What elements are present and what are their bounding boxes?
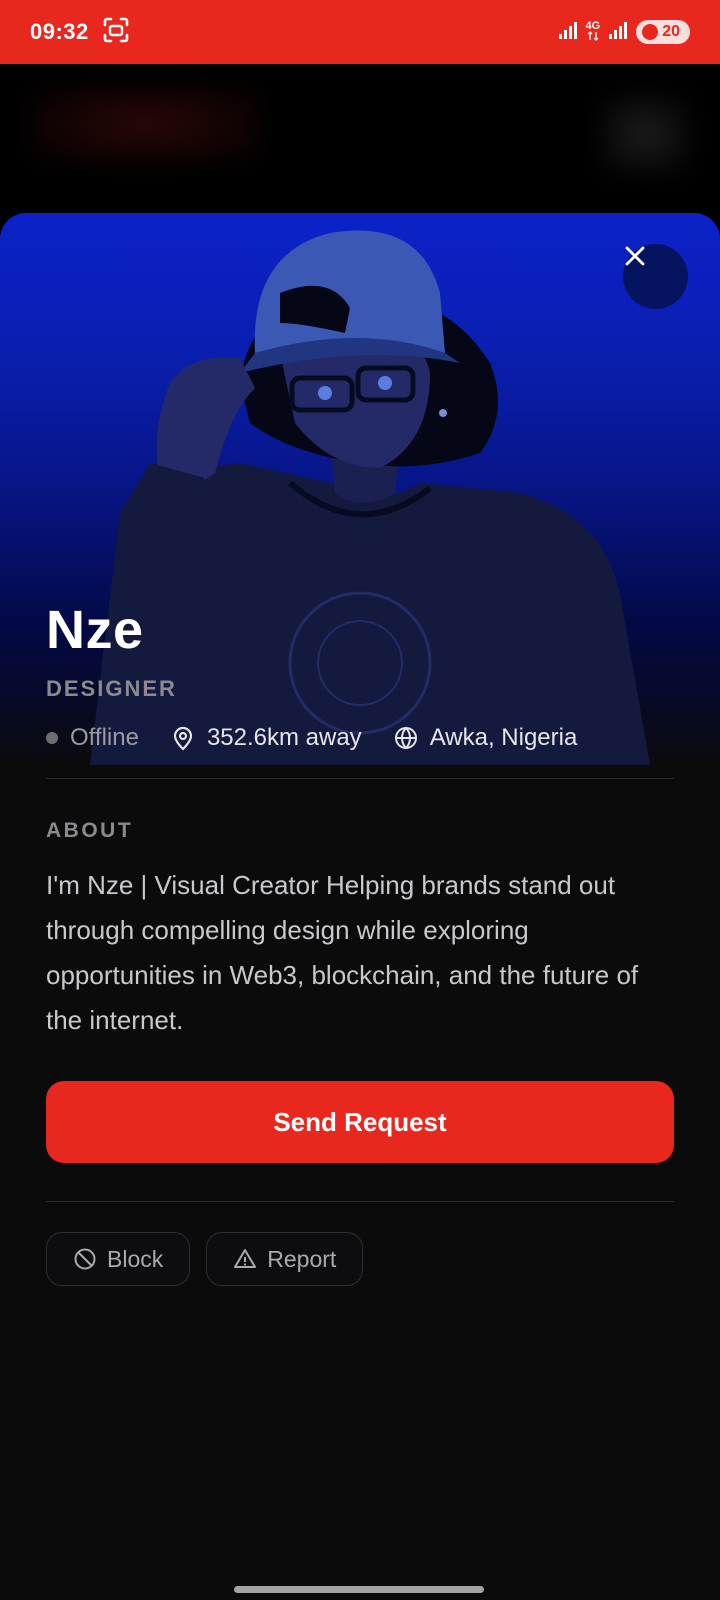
profile-role: DESIGNER [46, 676, 177, 701]
block-button[interactable]: Block [46, 1232, 191, 1286]
home-indicator[interactable] [234, 1586, 484, 1593]
close-button[interactable] [623, 244, 688, 309]
status-time: 09:32 [30, 19, 89, 44]
report-label: Report [267, 1245, 337, 1272]
close-icon [625, 246, 645, 266]
globe-icon [394, 726, 417, 750]
distance: 352.6km away [171, 724, 362, 752]
battery-bolt-icon [642, 24, 659, 40]
status-indicator: Offline [46, 724, 139, 752]
navigation-bar [0, 1573, 720, 1600]
status-dot [46, 732, 58, 744]
location: Awka, Nigeria [394, 724, 578, 752]
status-text: Offline [70, 724, 139, 751]
report-button[interactable]: Report [206, 1232, 364, 1286]
distance-text: 352.6km away [206, 724, 362, 751]
profile-details: Nze DESIGNER Offline 352.6km away Awka, … [46, 598, 674, 1286]
screenshot-icon [103, 17, 129, 48]
blurred-backdrop [0, 64, 720, 214]
about-text: I'm Nze | Visual Creator Helping brands … [46, 870, 639, 1035]
profile-card: Nze DESIGNER Offline 352.6km away Awka, … [0, 213, 720, 1573]
status-bar: 09:32 4G 20 [0, 0, 720, 64]
location-text: Awka, Nigeria [429, 724, 578, 751]
block-label: Block [107, 1245, 164, 1272]
battery-level: 20 [662, 23, 680, 40]
signal-icon [558, 20, 578, 45]
profile-name: Nze [46, 600, 144, 660]
warning-icon [234, 1249, 257, 1268]
network-label: 4G [586, 21, 600, 43]
divider [46, 1201, 674, 1202]
battery-icon: 20 [636, 20, 690, 44]
secondary-actions: Block Report [46, 1232, 674, 1286]
location-pin-icon [173, 726, 193, 751]
send-request-button[interactable]: Send Request [46, 1081, 674, 1163]
divider [46, 778, 674, 779]
block-icon [74, 1248, 96, 1270]
profile-meta: Offline 352.6km away Awka, Nigeria [46, 724, 674, 752]
signal-icon-2 [608, 20, 628, 45]
about-label: ABOUT [46, 819, 134, 842]
